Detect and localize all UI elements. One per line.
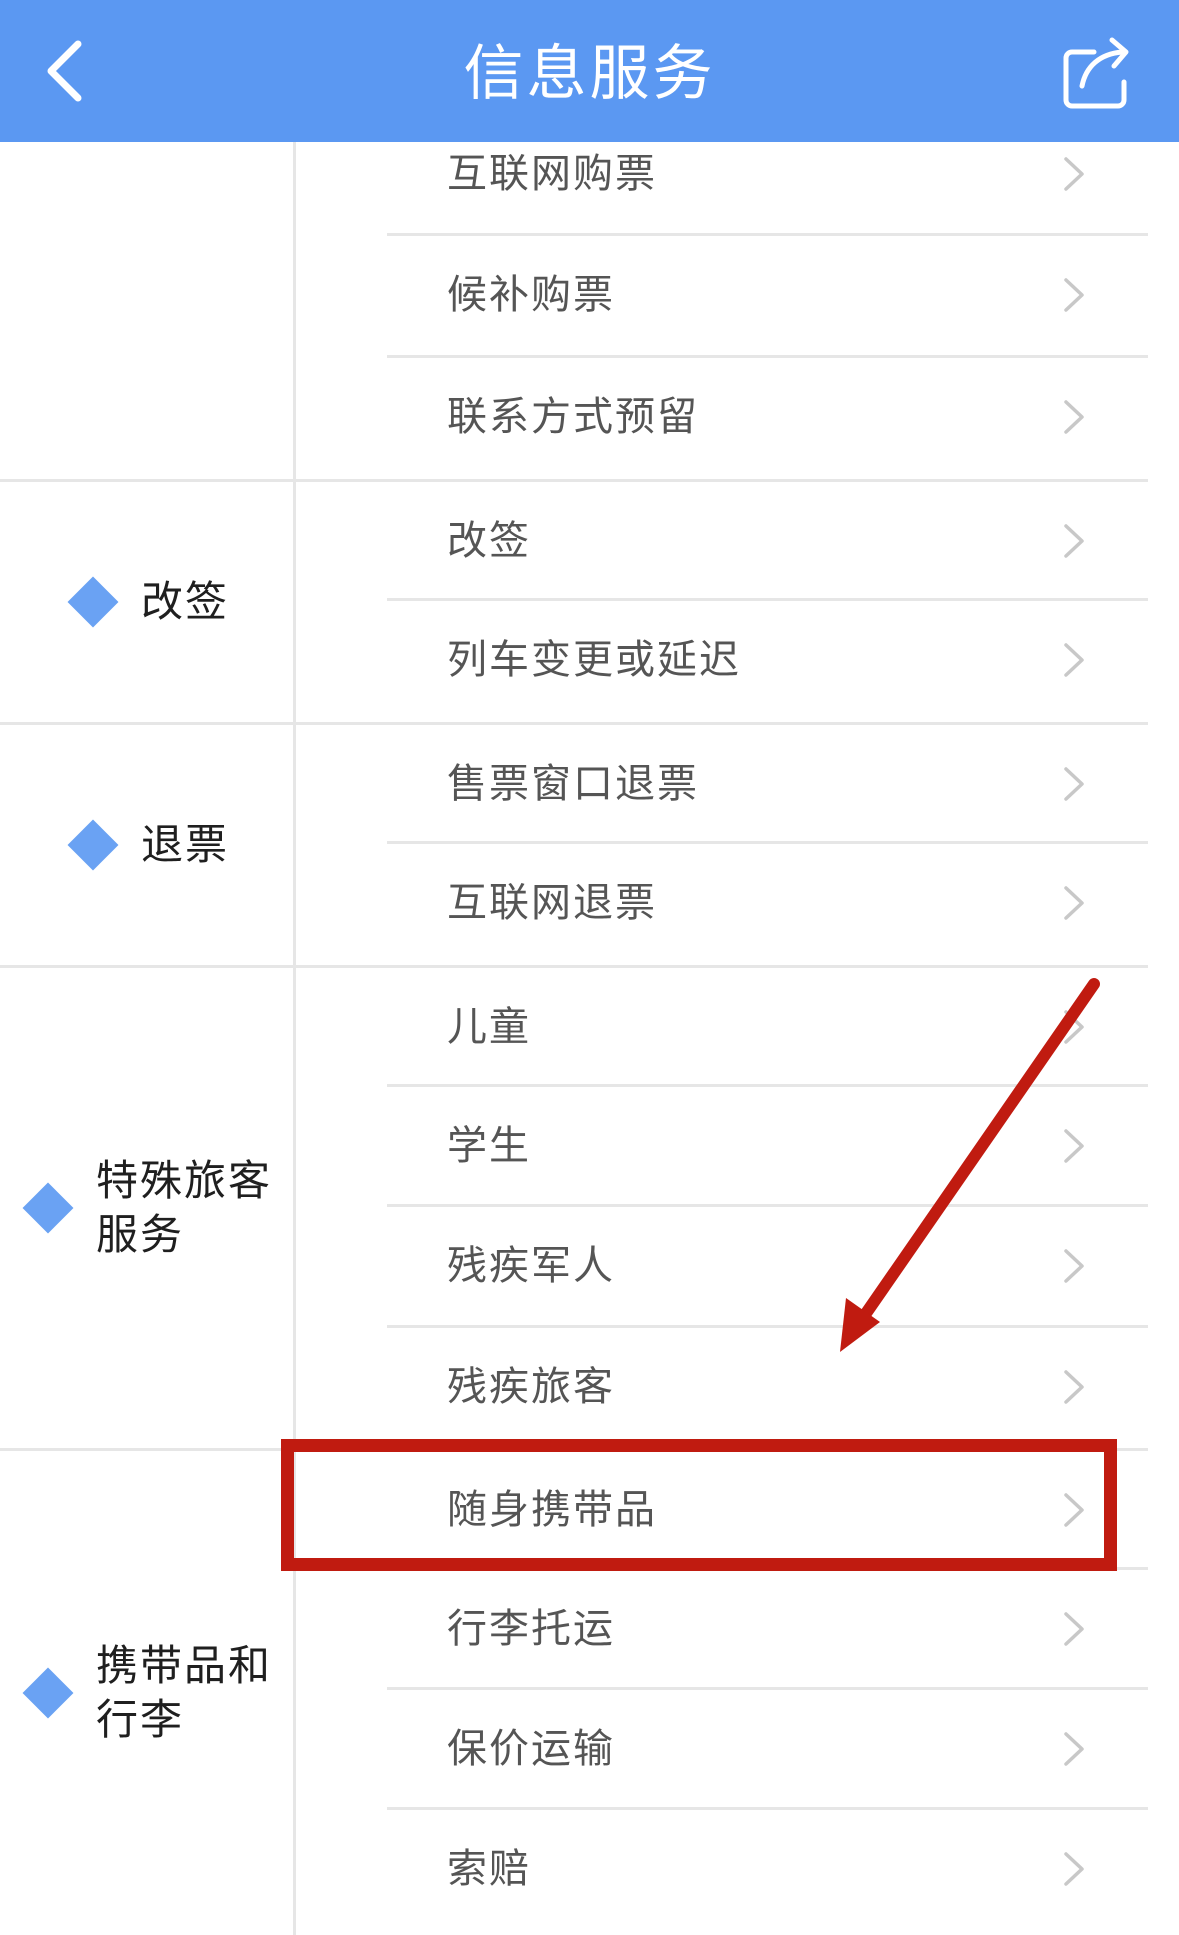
list-item-label: 互联网购票 (447, 151, 657, 197)
share-icon (1063, 37, 1129, 109)
list-item-label: 保价运输 (447, 1726, 615, 1772)
list-item-label: 改签 (447, 518, 531, 564)
list-item-label: 售票窗口退票 (447, 761, 699, 807)
list-item-waitlist-ticketing[interactable]: 候补购票 (296, 236, 1148, 354)
category-carry-items-luggage: 携带品和行李 (0, 1451, 293, 1935)
service-list: 改签 退票 特殊旅客服务 携带品和行李 互联网购票 候补购票 联系方式预留 改签… (0, 142, 1179, 1935)
category-refund: 退票 (0, 725, 293, 965)
category-label: 改签 (141, 577, 230, 626)
list-item-internet-ticketing[interactable]: 互联网购票 (296, 115, 1148, 233)
chevron-right-icon (1064, 278, 1084, 312)
share-button[interactable] (1060, 36, 1140, 112)
list-item-label: 残疾旅客 (447, 1364, 615, 1410)
list-item-reschedule[interactable]: 改签 (296, 482, 1148, 600)
list-item-carry-on-items[interactable]: 随身携带品 (296, 1451, 1148, 1569)
chevron-right-icon (1064, 1732, 1084, 1766)
list-item-claims[interactable]: 索赔 (296, 1810, 1148, 1928)
list-item-label: 索赔 (447, 1846, 531, 1892)
list-item-label: 儿童 (447, 1004, 531, 1050)
list-item-label: 行李托运 (447, 1606, 615, 1652)
list-item-luggage-checkin[interactable]: 行李托运 (296, 1570, 1148, 1688)
category-reschedule: 改签 (0, 482, 293, 722)
list-item-label: 残疾军人 (447, 1243, 615, 1289)
category-label: 退票 (141, 820, 230, 869)
list-item-label: 学生 (447, 1123, 531, 1169)
list-item-label: 候补购票 (447, 272, 615, 318)
list-item-label: 列车变更或延迟 (447, 637, 741, 683)
list-item-train-change-delay[interactable]: 列车变更或延迟 (296, 601, 1148, 719)
list-item-internet-refund[interactable]: 互联网退票 (296, 844, 1148, 962)
chevron-right-icon (1064, 524, 1084, 558)
list-item-children[interactable]: 儿童 (296, 968, 1148, 1086)
list-item-contact-reserve[interactable]: 联系方式预留 (296, 358, 1148, 476)
category-label: 携带品和行李 (96, 1641, 273, 1744)
chevron-right-icon (1064, 400, 1084, 434)
chevron-right-icon (1064, 1370, 1084, 1404)
category-label: 特殊旅客服务 (96, 1156, 273, 1259)
chevron-right-icon (1064, 643, 1084, 677)
list-item-label: 随身携带品 (447, 1487, 657, 1533)
chevron-right-icon (1064, 1129, 1084, 1163)
chevron-right-icon (1064, 1493, 1084, 1527)
chevron-right-icon (1064, 1010, 1084, 1044)
list-item-disabled-soldiers[interactable]: 残疾军人 (296, 1207, 1148, 1325)
chevron-right-icon (1064, 1249, 1084, 1283)
chevron-right-icon (1064, 886, 1084, 920)
diamond-icon (22, 1667, 74, 1719)
diamond-icon (67, 576, 119, 628)
chevron-right-icon (1064, 1612, 1084, 1646)
info-service-screen: 信息服务 改签 退票 特殊旅客服务 携带品和行李 互联网购票 候补购票 联系方式… (0, 0, 1179, 1935)
list-item-label: 互联网退票 (447, 880, 657, 926)
chevron-right-icon (1064, 1852, 1084, 1886)
chevron-right-icon (1064, 767, 1084, 801)
list-item-students[interactable]: 学生 (296, 1087, 1148, 1205)
list-item-window-refund[interactable]: 售票窗口退票 (296, 725, 1148, 843)
list-item-disabled-passengers[interactable]: 残疾旅客 (296, 1328, 1148, 1446)
chevron-right-icon (1064, 157, 1084, 191)
list-item-insured-transport[interactable]: 保价运输 (296, 1690, 1148, 1808)
diamond-icon (67, 819, 119, 871)
list-item-label: 联系方式预留 (447, 394, 699, 440)
category-special-passengers: 特殊旅客服务 (0, 968, 293, 1448)
diamond-icon (22, 1182, 74, 1234)
